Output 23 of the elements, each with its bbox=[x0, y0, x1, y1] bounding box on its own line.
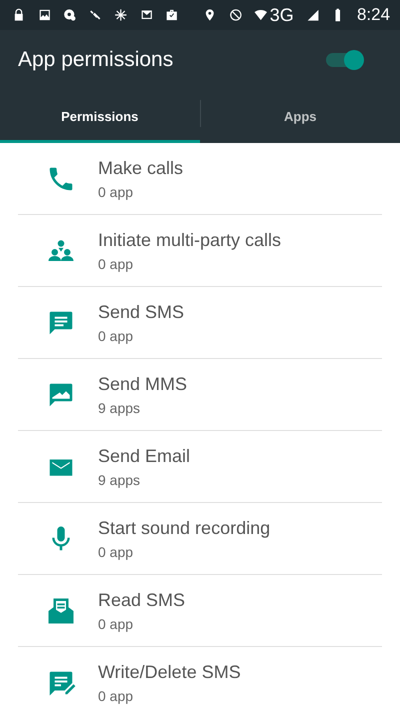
permission-name[interactable]: Start sound recording bbox=[98, 518, 270, 538]
permission-name[interactable]: Send Email bbox=[98, 446, 190, 466]
permission-name[interactable]: Send MMS bbox=[98, 374, 188, 394]
app-count: 0 app bbox=[98, 616, 134, 632]
tab[interactable]: Permissions bbox=[0, 90, 200, 143]
network-type: 3G bbox=[270, 4, 294, 26]
read-icon bbox=[46, 596, 76, 626]
toggle-switch[interactable] bbox=[324, 50, 362, 70]
app-count: 9 apps bbox=[98, 400, 142, 416]
page-title: App permissions bbox=[18, 48, 174, 72]
permission-name[interactable]: Send SMS bbox=[98, 302, 184, 322]
permission-name[interactable]: Write/Delete SMS bbox=[98, 662, 241, 682]
app-count: 0 app bbox=[98, 256, 134, 272]
permission-name[interactable]: Read SMS bbox=[98, 590, 186, 610]
tab[interactable]: Apps bbox=[200, 90, 400, 143]
app-count: 9 apps bbox=[98, 472, 142, 488]
permission-name[interactable]: Initiate multi-party calls bbox=[98, 230, 282, 250]
app-count: 0 app bbox=[98, 544, 134, 560]
permission-name[interactable]: Make calls bbox=[98, 158, 184, 178]
app-count: 0 app bbox=[98, 688, 134, 704]
app-count: 0 app bbox=[98, 328, 134, 344]
clock: 8:24 bbox=[356, 5, 390, 25]
app-count: 0 app bbox=[98, 184, 134, 200]
